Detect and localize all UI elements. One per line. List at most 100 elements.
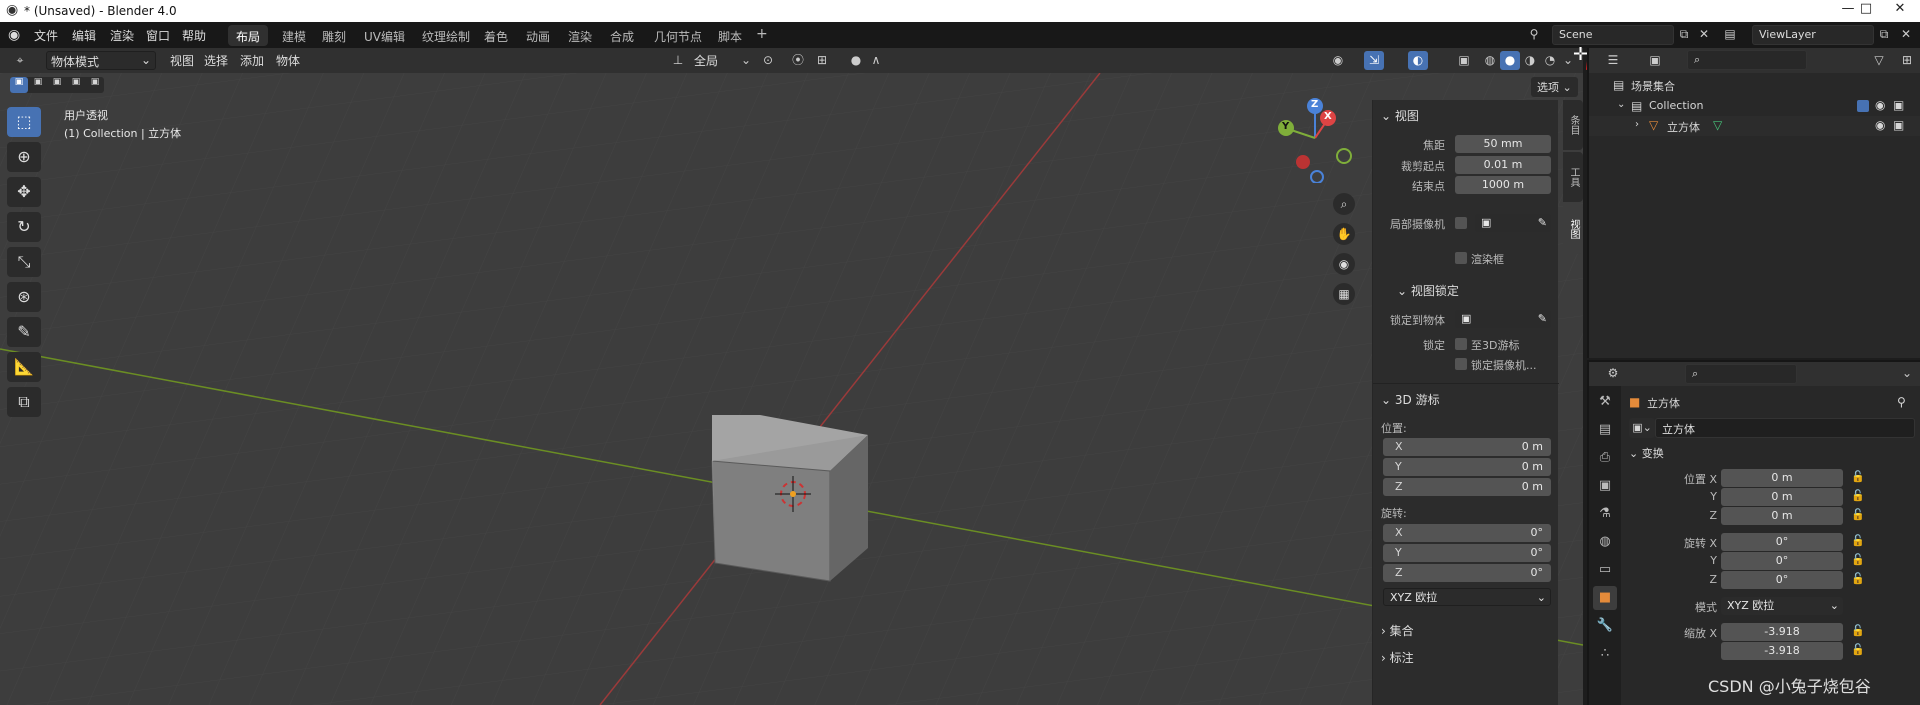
menu-render[interactable]: 渲染	[110, 27, 134, 44]
scale-tool-icon[interactable]: ⤡	[7, 247, 41, 277]
select-invert-icon[interactable]: ▣	[67, 77, 85, 93]
navigation-gizmo[interactable]: Z X Y	[1270, 93, 1360, 184]
local-camera-field[interactable]: ▣ ✎	[1475, 214, 1551, 232]
outliner-row-collection[interactable]: ⌄ ▤ Collection ◉ ▣	[1589, 96, 1920, 116]
wireframe-shading-icon[interactable]: ◍	[1480, 51, 1500, 70]
select-new-icon[interactable]: ▣	[10, 77, 28, 93]
lock-icon[interactable]: 🔓	[1851, 643, 1865, 656]
transform-orientation-dropdown[interactable]: 全局	[690, 51, 722, 70]
rot-x-field[interactable]: 0°	[1721, 533, 1843, 551]
pan-hand-icon[interactable]: ✋	[1333, 223, 1355, 245]
gizmo-toggle-icon[interactable]: ⇲	[1364, 51, 1384, 70]
workspace-tab-animation[interactable]: 动画	[518, 25, 558, 46]
lock-icon[interactable]: 🔓	[1851, 624, 1865, 637]
camera-view-icon[interactable]: ◉	[1333, 253, 1355, 275]
rot-z-field[interactable]: 0°	[1721, 571, 1843, 589]
outliner-search-input[interactable]: ⌕	[1687, 50, 1807, 70]
annotation-section-header[interactable]: › 标注	[1381, 649, 1414, 666]
clip-start-field[interactable]: 0.01 m	[1455, 156, 1551, 174]
workspace-tab-rendering[interactable]: 渲染	[560, 25, 600, 46]
visibility-icon[interactable]: ◉	[1328, 51, 1348, 70]
lock-icon[interactable]: 🔓	[1851, 508, 1865, 521]
view-lock-section-header[interactable]: ⌄ 视图锁定	[1397, 282, 1459, 299]
workspace-tab-sculpting[interactable]: 雕刻	[314, 25, 354, 46]
options-dropdown[interactable]: 选项 ⌄	[1531, 77, 1578, 97]
snap-target-icon[interactable]: ⊞	[812, 51, 832, 70]
new-scene-icon[interactable]: ⧉	[1674, 25, 1694, 44]
world-props-tab-icon[interactable]: ◍	[1593, 530, 1617, 554]
display-mode-icon[interactable]: ▣	[1645, 51, 1665, 70]
rendered-shading-icon[interactable]: ◔	[1540, 51, 1560, 70]
editor-type-icon[interactable]: ⌖	[10, 51, 30, 70]
proportional-edit-icon[interactable]: ●	[846, 51, 866, 70]
workspace-tab-shading[interactable]: 着色	[476, 25, 516, 46]
delete-view-layer-icon[interactable]: ✕	[1896, 25, 1916, 44]
cursor-section-header[interactable]: ⌄ 3D 游标	[1381, 391, 1440, 408]
rotation-mode-dropdown[interactable]: XYZ 欧拉 ⌄	[1721, 597, 1843, 615]
object-browse-icon[interactable]: ▣⌄	[1629, 418, 1655, 438]
close-button[interactable]: ✕	[1880, 1, 1920, 21]
cursor-loc-z-field[interactable]: 0 m	[1383, 478, 1551, 496]
workspace-tab-uv[interactable]: UV编辑	[356, 25, 413, 46]
select-extend-icon[interactable]: ▣	[29, 77, 47, 93]
rot-y-field[interactable]: 0°	[1721, 552, 1843, 570]
xray-toggle-icon[interactable]: ▣	[1454, 51, 1474, 70]
lock-icon[interactable]: 🔓	[1851, 534, 1865, 547]
default-cube[interactable]	[711, 415, 868, 582]
focal-length-field[interactable]: 50 mm	[1455, 135, 1551, 153]
annotate-tool-icon[interactable]: ✎	[7, 317, 41, 347]
select-subtract-icon[interactable]: ▣	[48, 77, 66, 93]
clip-end-field[interactable]: 1000 m	[1455, 176, 1551, 194]
object-props-tab-icon[interactable]: ■	[1593, 586, 1617, 610]
cursor-rotation-mode-dropdown[interactable]: XYZ 欧拉 ⌄	[1383, 588, 1551, 606]
collection-include-checkbox[interactable]	[1857, 100, 1869, 112]
particles-props-tab-icon[interactable]: ∴	[1593, 642, 1617, 666]
menu-view[interactable]: 视图	[166, 51, 198, 70]
lock-icon[interactable]: 🔓	[1851, 470, 1865, 483]
transform-orientation-icon[interactable]: ⊥	[668, 51, 688, 70]
cursor-tool-icon[interactable]: ⊕	[7, 142, 41, 172]
expand-chevron-icon[interactable]: ⌄	[1617, 99, 1625, 110]
properties-search-input[interactable]: ⌕	[1685, 364, 1797, 384]
outliner-row-scene-collection[interactable]: ▤ 场景集合	[1589, 75, 1920, 95]
menu-file[interactable]: 文件	[34, 27, 58, 44]
mesh-data-icon[interactable]: ▽	[1713, 118, 1722, 132]
cursor-loc-x-field[interactable]: 0 m	[1383, 438, 1551, 456]
cursor-rot-z-field[interactable]: 0°	[1383, 564, 1551, 582]
select-intersect-icon[interactable]: ▣	[86, 77, 104, 93]
add-workspace-button[interactable]: +	[748, 25, 776, 46]
menu-edit[interactable]: 编辑	[72, 27, 96, 44]
object-name-field[interactable]: 立方体	[1655, 418, 1915, 438]
eyedropper-icon[interactable]: ✎	[1538, 310, 1551, 328]
3d-viewport[interactable]: 用户透视 (1) Collection | 立方体 Z X Y ⌕ ✋ ◉ ▦ …	[0, 73, 1583, 705]
pin-icon[interactable]: ⚲	[1897, 395, 1906, 409]
cursor-rot-x-field[interactable]: 0°	[1383, 524, 1551, 542]
collection-props-tab-icon[interactable]: ▭	[1593, 558, 1617, 582]
modifier-props-tab-icon[interactable]: 🔧	[1593, 614, 1617, 638]
cursor-rot-y-field[interactable]: 0°	[1383, 544, 1551, 562]
properties-options-chevron-icon[interactable]: ⌄	[1897, 364, 1917, 383]
new-view-layer-icon[interactable]: ⧉	[1874, 25, 1894, 44]
workspace-tab-compositing[interactable]: 合成	[602, 25, 642, 46]
lock-icon[interactable]: 🔓	[1851, 489, 1865, 502]
workspace-tab-scripting[interactable]: 脚本	[710, 25, 750, 46]
falloff-icon[interactable]: ∧	[866, 51, 886, 70]
new-collection-icon[interactable]: ⊞	[1897, 51, 1917, 70]
scene-props-tab-icon[interactable]: ⚗	[1593, 502, 1617, 526]
workspace-tab-geometry-nodes[interactable]: 几何节点	[646, 25, 710, 46]
overlays-toggle-icon[interactable]: ◐	[1408, 51, 1428, 70]
camera-render-icon[interactable]: ▣	[1893, 118, 1904, 132]
scene-name-field[interactable]: Scene	[1552, 25, 1674, 45]
menu-window[interactable]: 窗口	[146, 27, 170, 44]
view-layer-tab-icon[interactable]: ▣	[1593, 474, 1617, 498]
perspective-toggle-icon[interactable]: ▦	[1333, 283, 1355, 305]
lock-cursor-checkbox[interactable]	[1455, 338, 1467, 350]
workspace-tab-layout[interactable]: 布局	[228, 25, 269, 46]
eye-icon[interactable]: ◉	[1875, 98, 1885, 112]
solid-shading-icon[interactable]: ●	[1500, 51, 1520, 70]
move-tool-icon[interactable]: ✥	[7, 177, 41, 207]
collection-section-header[interactable]: › 集合	[1381, 622, 1414, 639]
local-camera-checkbox[interactable]	[1455, 217, 1467, 229]
workspace-tab-modeling[interactable]: 建模	[274, 25, 314, 46]
output-props-tab-icon[interactable]: ⎙	[1593, 446, 1617, 470]
